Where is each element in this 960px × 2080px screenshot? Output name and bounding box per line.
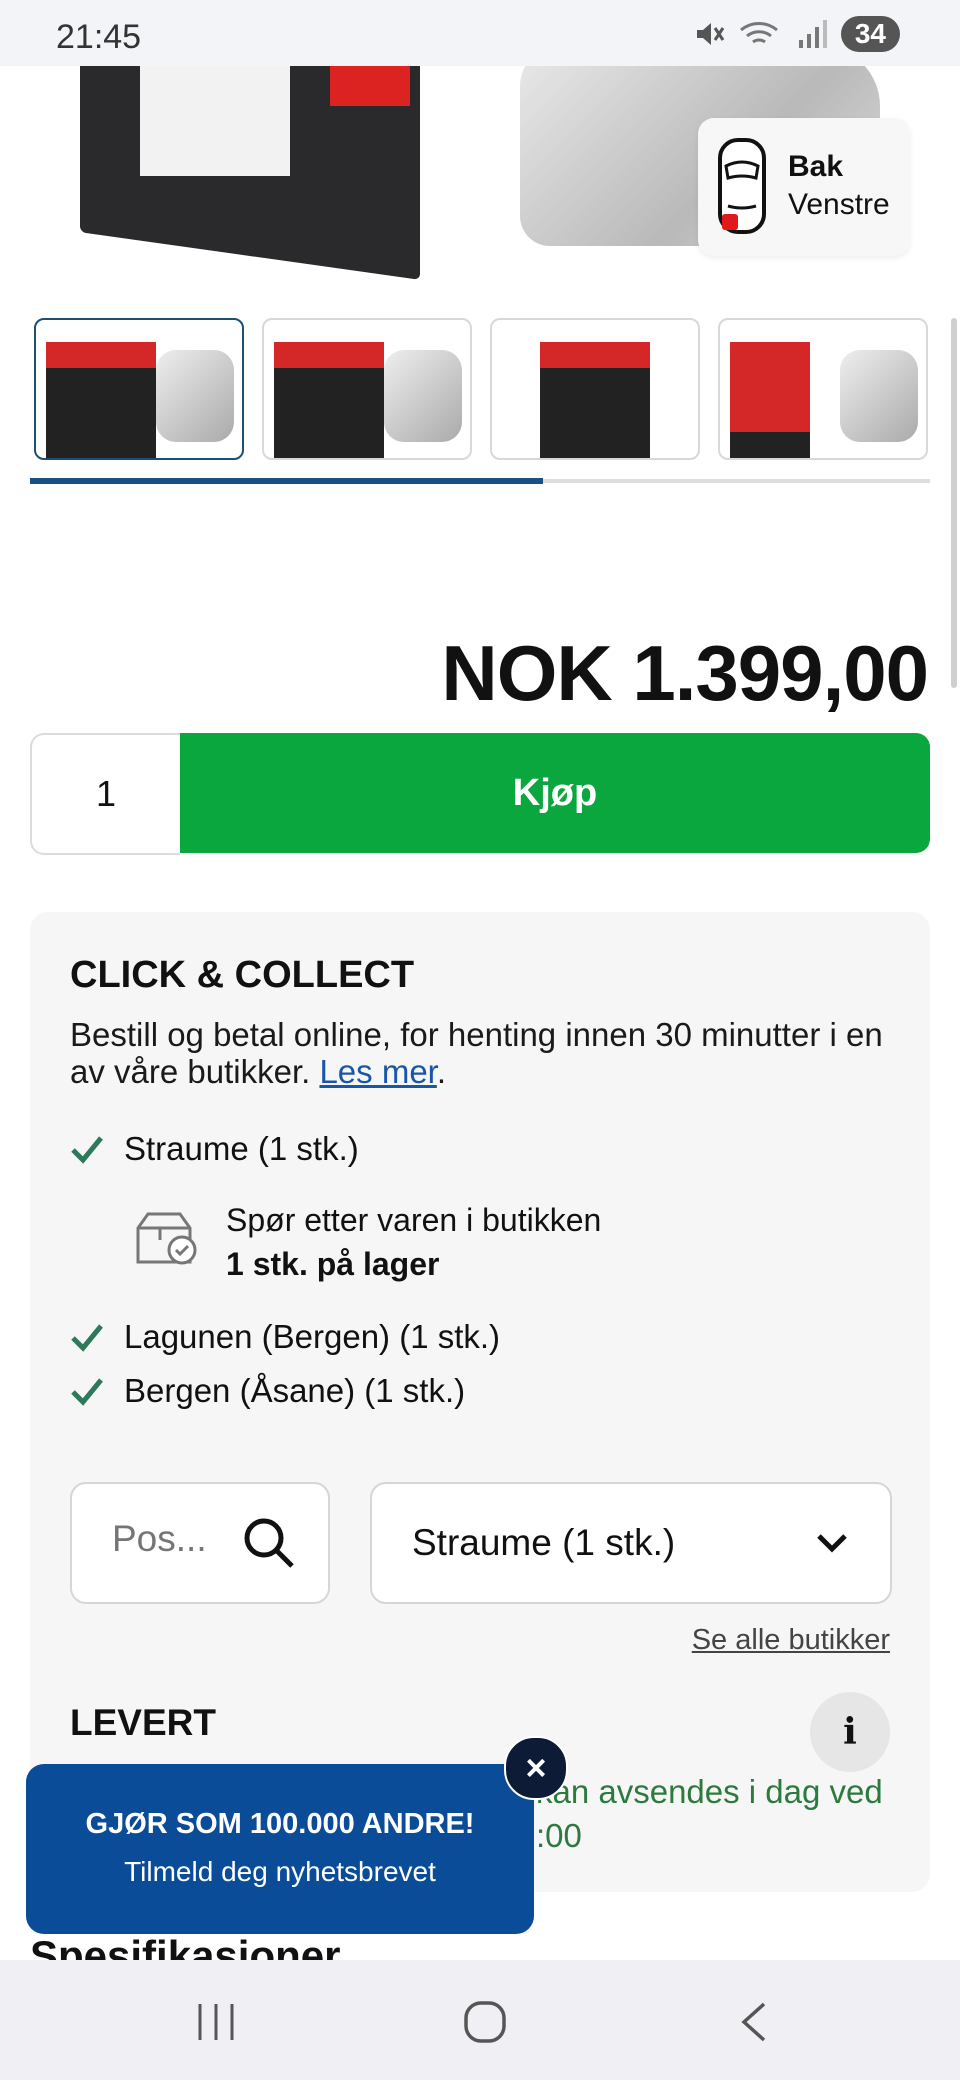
store-name: Bergen (Åsane) (1 stk.)	[124, 1372, 466, 1409]
newsletter-title: GJØR SOM 100.000 ANDRE!	[85, 1808, 475, 1840]
delivery-title: LEVERT	[70, 1702, 216, 1743]
signal-icon	[798, 20, 827, 48]
position-badge: Bak Venstre	[698, 118, 910, 256]
scrollbar[interactable]	[951, 318, 957, 688]
click-collect-title: CLICK & COLLECT	[70, 954, 415, 996]
stock-note: 1 stk. på lager	[226, 1246, 440, 1282]
position-left: Venstre	[788, 188, 890, 221]
newsletter-banner[interactable]: GJØR SOM 100.000 ANDRE! Tilmeld deg nyhe…	[26, 1764, 534, 1934]
car-position-icon	[718, 138, 766, 234]
back-icon[interactable]	[724, 2000, 784, 2044]
selected-store: Straume (1 stk.)	[412, 1522, 676, 1563]
pickup-note: Spør etter varen i butikken	[226, 1202, 602, 1238]
thumbnail-2[interactable]	[262, 318, 472, 460]
check-icon	[71, 1136, 103, 1164]
newsletter-subtitle: Tilmeld deg nyhetsbrevet	[124, 1856, 436, 1887]
position-rear: Bak	[788, 150, 844, 183]
thumbnail-4[interactable]	[718, 318, 928, 460]
buy-button[interactable]: Kjøp	[180, 733, 930, 853]
thumbnail-1[interactable]	[34, 318, 244, 460]
battery-indicator: 34	[840, 16, 900, 52]
status-icons: 34	[693, 16, 900, 52]
store-row-1: Straume (1 stk.)	[70, 1130, 359, 1168]
home-icon[interactable]	[455, 2000, 515, 2044]
postal-input[interactable]	[112, 1518, 232, 1560]
store-select[interactable]: Straume (1 stk.)	[370, 1482, 892, 1604]
carousel-progress-fill	[30, 478, 543, 484]
shipping-line-1: kan avsendes i dag ved	[536, 1773, 883, 1810]
check-icon	[71, 1378, 103, 1406]
box-label	[140, 66, 290, 176]
postal-search-field[interactable]	[70, 1482, 330, 1604]
close-icon[interactable]: ×	[504, 1736, 568, 1800]
chevron-down-icon	[817, 1534, 847, 1553]
store-pickup-icon	[136, 1212, 197, 1265]
description-text: Bestill og betal online, for henting inn…	[70, 1016, 883, 1090]
mute-icon	[696, 23, 725, 45]
shipping-line-2: :00	[536, 1817, 582, 1854]
see-all-stores-link[interactable]: Se alle butikker	[692, 1624, 890, 1657]
recent-apps-icon[interactable]	[186, 2000, 246, 2044]
store-name: Straume (1 stk.)	[124, 1130, 359, 1167]
read-more-link[interactable]: Les mer	[319, 1053, 436, 1090]
shipping-note: kan avsendes i dag ved :00	[536, 1770, 936, 1858]
box-brand-stripe	[330, 66, 410, 106]
check-icon	[71, 1324, 103, 1352]
store-name: Lagunen (Bergen) (1 stk.)	[124, 1318, 501, 1355]
click-collect-description: Bestill og betal online, for henting inn…	[70, 1016, 883, 1090]
store-row-3: Bergen (Åsane) (1 stk.)	[70, 1372, 465, 1410]
price: NOK 1.399,00	[441, 629, 929, 717]
search-icon[interactable]	[240, 1514, 298, 1572]
status-time: 21:45	[56, 18, 142, 56]
quantity-input[interactable]: 1	[30, 733, 180, 855]
wifi-icon	[739, 22, 778, 44]
info-icon[interactable]: i	[810, 1692, 890, 1772]
store-row-2: Lagunen (Bergen) (1 stk.)	[70, 1318, 500, 1356]
thumbnail-3[interactable]	[490, 318, 700, 460]
